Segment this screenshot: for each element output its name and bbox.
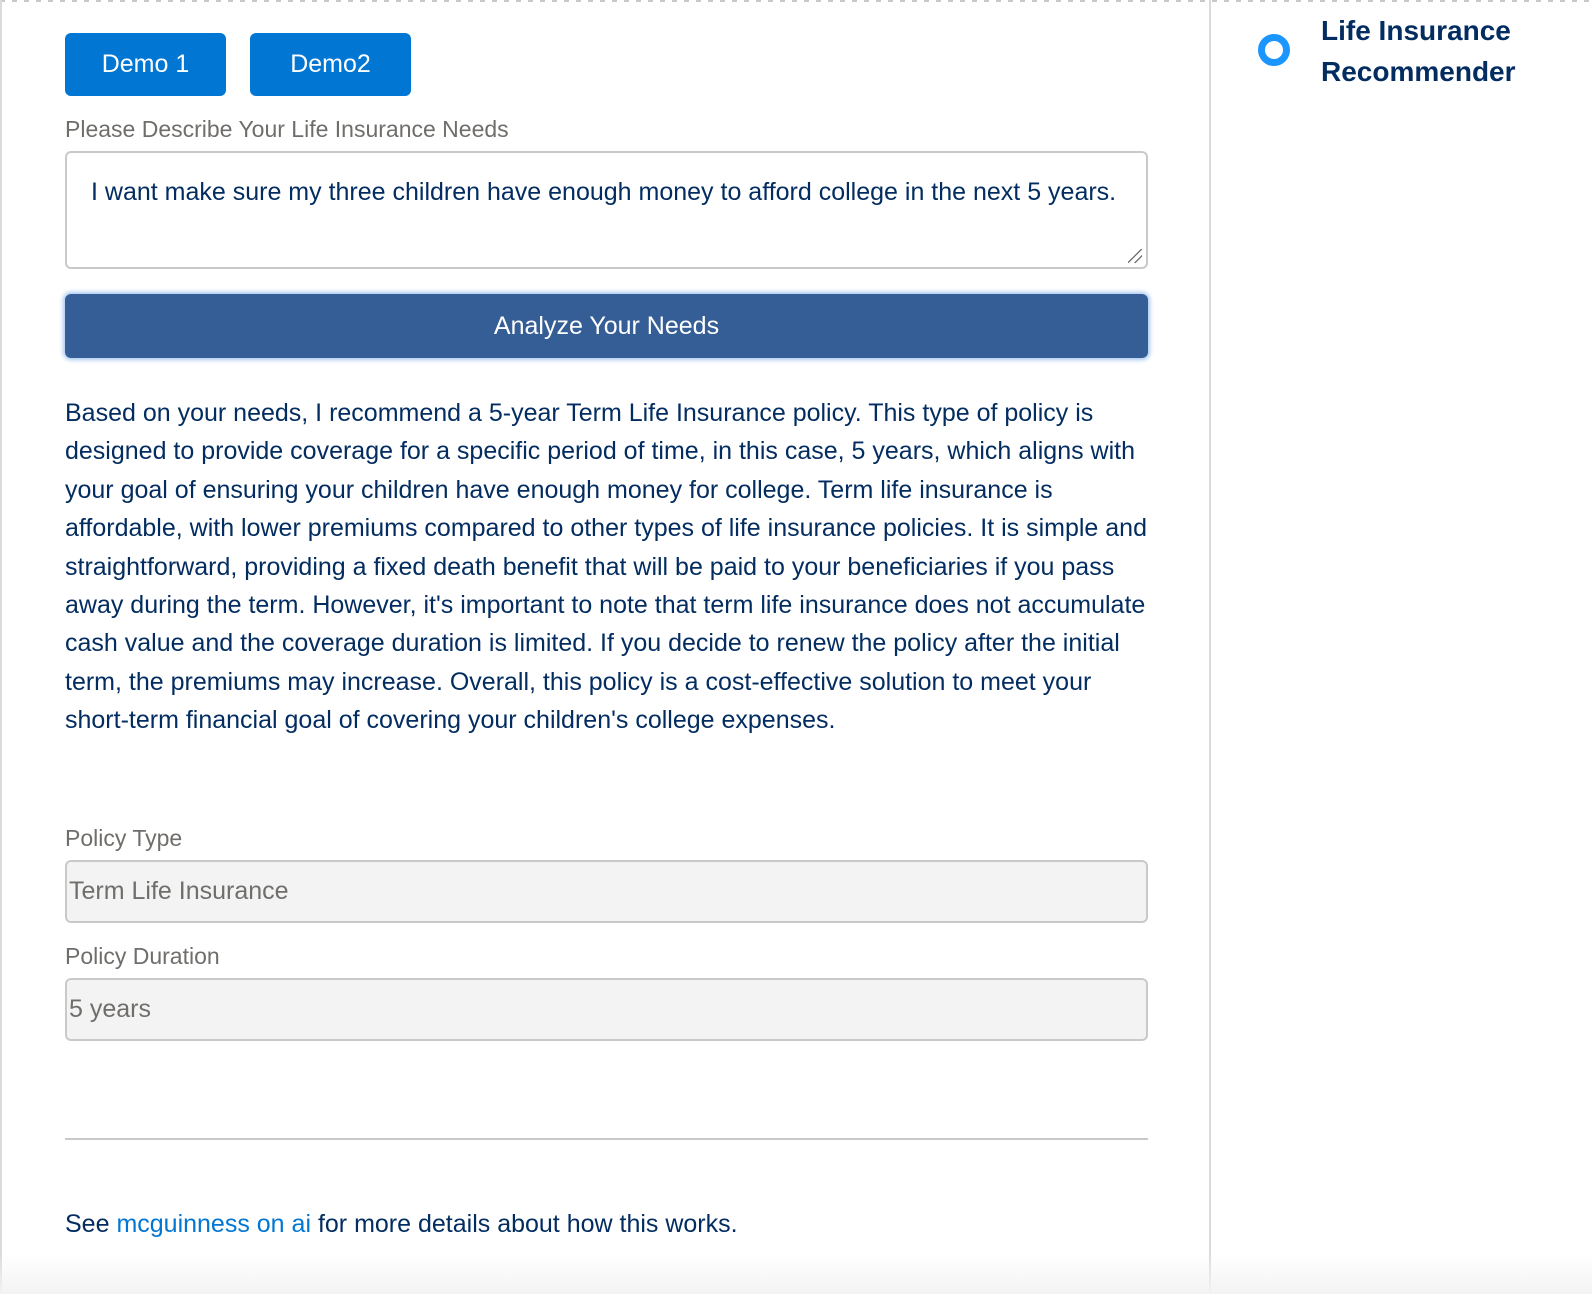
sidebar-divider [1209, 0, 1211, 1294]
footer-suffix: for more details about how this works. [317, 1210, 738, 1238]
analyze-needs-button[interactable]: Analyze Your Needs [65, 294, 1148, 358]
footer-note: See mcguinness on ai for more details ab… [65, 1210, 738, 1239]
left-border [0, 0, 2, 1294]
divider [65, 1138, 1148, 1140]
page: Demo 1 Demo2 Please Describe Your Life I… [0, 0, 1592, 1294]
needs-label: Please Describe Your Life Insurance Need… [65, 116, 509, 142]
recommendation-text: Based on your needs, I recommend a 5-yea… [65, 399, 1147, 735]
demo-buttons-row: Demo 1 Demo2 [65, 33, 411, 96]
needs-textarea-value: I want make sure my three children have … [91, 178, 1117, 206]
policy-duration-label: Policy Duration [65, 943, 220, 969]
footer-prefix: See [65, 1210, 110, 1238]
policy-type-field[interactable]: Term Life Insurance [65, 860, 1148, 923]
policy-type-value: Term Life Insurance [69, 877, 289, 905]
policy-duration-value: 5 years [69, 995, 151, 1023]
policy-type-label: Policy Type [65, 825, 183, 851]
demo1-button[interactable]: Demo 1 [65, 33, 226, 96]
policy-duration-field[interactable]: 5 years [65, 978, 1148, 1041]
demo2-button[interactable]: Demo2 [250, 33, 411, 96]
mcguinness-link[interactable]: mcguinness on ai [116, 1210, 311, 1238]
sidebar-step-title: Life Insurance Recommender [1321, 15, 1516, 87]
resize-handle-icon[interactable] [1128, 249, 1142, 263]
top-dashed-border [0, 0, 1592, 2]
bottom-fade [0, 1254, 1592, 1294]
needs-textarea[interactable]: I want make sure my three children have … [65, 151, 1148, 269]
circle-ring-icon [1258, 34, 1290, 66]
